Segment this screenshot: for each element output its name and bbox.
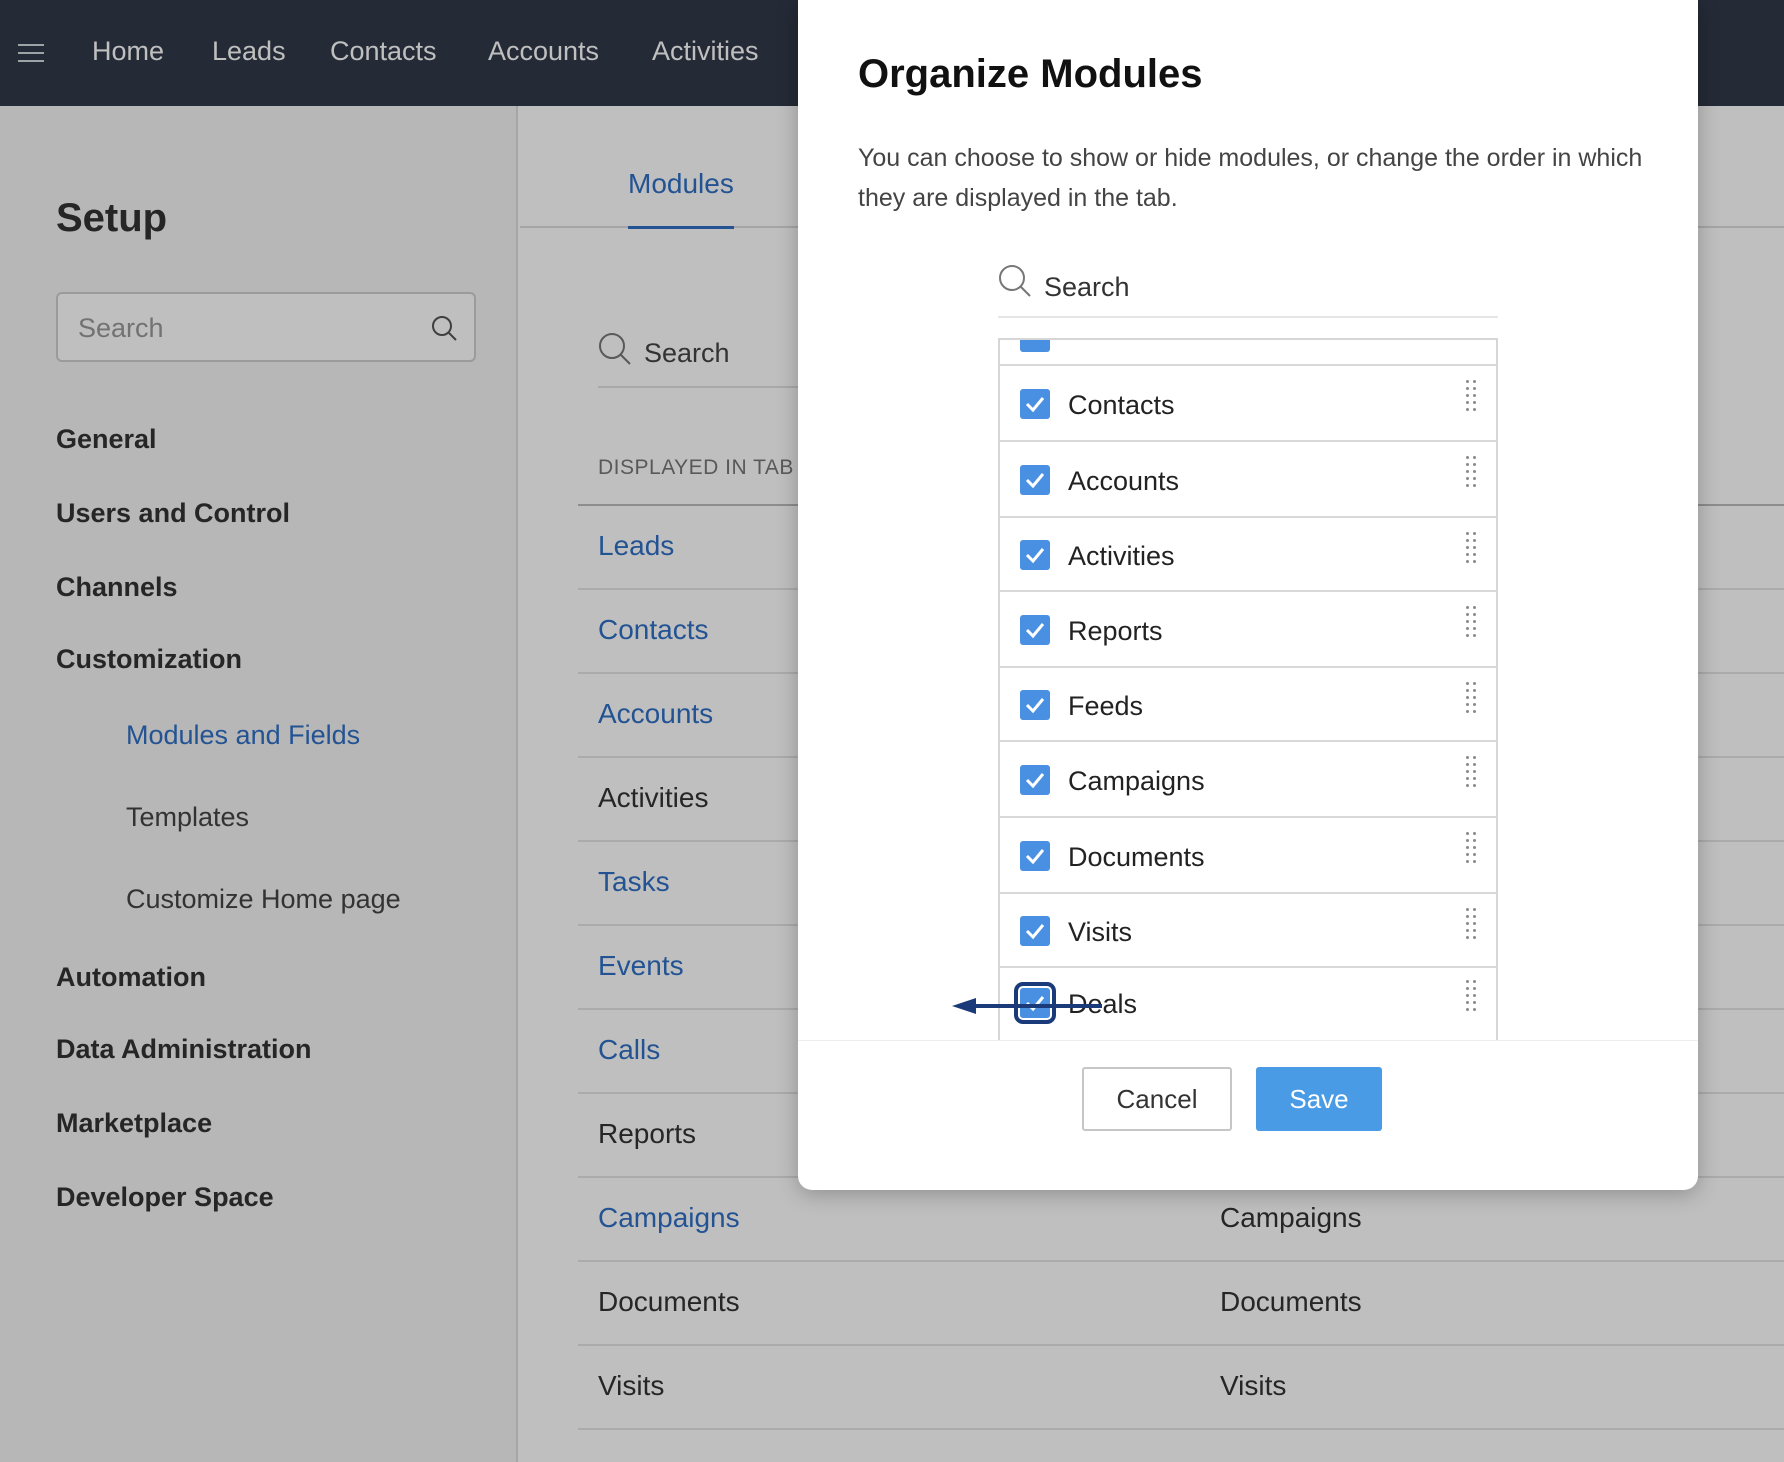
cancel-button[interactable]: Cancel xyxy=(1082,1067,1232,1131)
drag-handle-icon[interactable] xyxy=(1466,532,1476,567)
module-checkbox[interactable] xyxy=(1020,389,1050,419)
list-item[interactable]: Visits xyxy=(1000,894,1496,968)
module-label: Accounts xyxy=(1068,466,1180,496)
drag-handle-icon[interactable] xyxy=(1466,380,1476,415)
module-checkbox[interactable] xyxy=(1020,690,1050,720)
module-label: Campaigns xyxy=(1068,766,1205,796)
module-label: Documents xyxy=(1068,842,1205,872)
module-checkbox[interactable] xyxy=(1020,615,1050,645)
list-item[interactable]: Documents xyxy=(1000,818,1496,894)
module-checkbox[interactable] xyxy=(1020,340,1050,352)
list-item[interactable]: Reports xyxy=(1000,592,1496,668)
dialog-search-input[interactable]: Search xyxy=(998,262,1498,318)
organize-modules-dialog: Organize Modules You can choose to show … xyxy=(798,0,1698,1190)
module-checkbox[interactable] xyxy=(1020,916,1050,946)
list-item[interactable] xyxy=(1000,340,1496,366)
module-label: Reports xyxy=(1068,616,1163,646)
dialog-search-placeholder: Search xyxy=(1044,272,1130,302)
list-item[interactable]: Activities xyxy=(1000,518,1496,592)
dialog-footer: Cancel Save xyxy=(798,1040,1698,1190)
module-label: Feeds xyxy=(1068,691,1144,721)
save-button[interactable]: Save xyxy=(1256,1067,1382,1131)
list-item[interactable]: Contacts xyxy=(1000,366,1496,442)
list-item[interactable]: Campaigns xyxy=(1000,742,1496,818)
module-label: Contacts xyxy=(1068,390,1175,420)
drag-handle-icon[interactable] xyxy=(1466,456,1476,491)
drag-handle-icon[interactable] xyxy=(1466,908,1476,943)
drag-handle-icon[interactable] xyxy=(1466,980,1476,1015)
module-label: Visits xyxy=(1068,917,1133,947)
module-checkbox[interactable] xyxy=(1020,841,1050,871)
dialog-description: You can choose to show or hide modules, … xyxy=(858,144,1643,212)
module-checkbox[interactable] xyxy=(1020,540,1050,570)
drag-handle-icon[interactable] xyxy=(1466,832,1476,867)
dialog-title: Organize Modules xyxy=(858,52,1203,96)
modules-checklist: Contacts Accounts Activities Reports Fee… xyxy=(998,338,1498,1040)
module-checkbox[interactable] xyxy=(1020,765,1050,795)
drag-handle-icon[interactable] xyxy=(1466,756,1476,791)
drag-handle-icon[interactable] xyxy=(1466,682,1476,717)
search-icon xyxy=(998,264,1032,303)
list-item[interactable]: Accounts xyxy=(1000,442,1496,518)
list-item[interactable]: Feeds xyxy=(1000,668,1496,742)
module-label: Activities xyxy=(1068,541,1175,571)
module-checkbox[interactable] xyxy=(1020,465,1050,495)
annotation-arrow-icon xyxy=(952,998,1102,1014)
drag-handle-icon[interactable] xyxy=(1466,606,1476,641)
